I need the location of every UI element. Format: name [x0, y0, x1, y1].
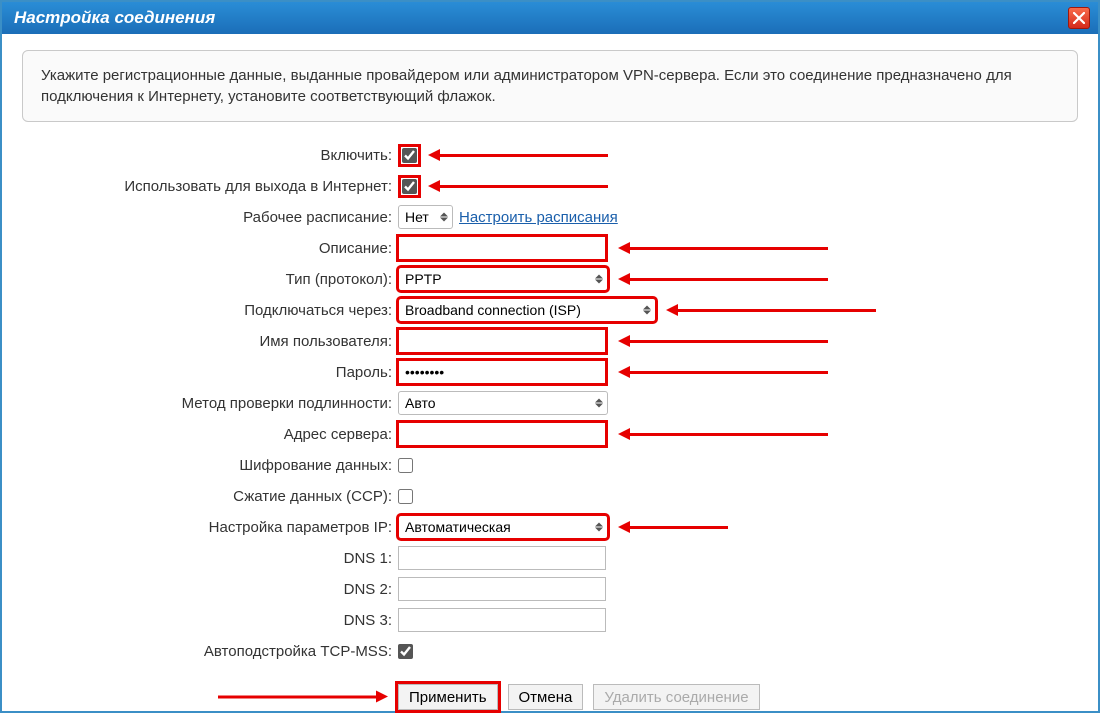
label-ip: Настройка параметров IP: — [22, 519, 398, 536]
schedule-select[interactable]: Нет — [398, 205, 453, 229]
row-tcpmss: Автоподстройка TCP-MSS: — [22, 636, 1078, 666]
label-password: Пароль: — [22, 364, 398, 381]
dns3-input[interactable] — [398, 608, 606, 632]
auth-value: Авто — [405, 395, 436, 411]
label-connect-via: Подключаться через: — [22, 302, 398, 319]
label-encrypt: Шифрование данных: — [22, 457, 398, 474]
annotation-arrow — [628, 247, 828, 250]
annotation-arrow — [676, 309, 876, 312]
label-type: Тип (протокол): — [22, 271, 398, 288]
label-use-internet: Использовать для выхода в Интернет: — [22, 178, 398, 195]
apply-button[interactable]: Применить — [398, 684, 498, 710]
sort-arrows-icon — [643, 306, 651, 315]
annotation-arrow — [628, 371, 828, 374]
label-enable: Включить: — [22, 147, 398, 164]
window-title: Настройка соединения — [14, 8, 215, 28]
enable-checkbox[interactable] — [402, 148, 417, 163]
row-dns3: DNS 3: — [22, 605, 1078, 635]
connect-via-select[interactable]: Broadband connection (ISP) — [398, 298, 656, 322]
sort-arrows-icon — [595, 275, 603, 284]
content: Укажите регистрационные данные, выданные… — [2, 34, 1098, 726]
form: Включить: Использовать для выхода в Инте… — [22, 140, 1078, 710]
description-input[interactable] — [398, 236, 606, 260]
close-button[interactable] — [1068, 7, 1090, 29]
row-enable: Включить: — [22, 140, 1078, 170]
use-internet-checkbox[interactable] — [402, 179, 417, 194]
row-ccp: Сжатие данных (CCP): — [22, 481, 1078, 511]
type-select[interactable]: PPTP — [398, 267, 608, 291]
annotation-arrow — [628, 340, 828, 343]
sort-arrows-icon — [595, 523, 603, 532]
label-dns3: DNS 3: — [22, 612, 398, 629]
connection-settings-window: Настройка соединения Укажите регистрацио… — [0, 0, 1100, 713]
annotation-arrow — [438, 185, 608, 188]
label-username: Имя пользователя: — [22, 333, 398, 350]
label-auth: Метод проверки подлинности: — [22, 395, 398, 412]
row-server: Адрес сервера: — [22, 419, 1078, 449]
label-schedule: Рабочее расписание: — [22, 209, 398, 226]
button-row: Применить Отмена Удалить соединение — [398, 684, 1078, 710]
close-icon — [1073, 12, 1085, 24]
label-dns2: DNS 2: — [22, 581, 398, 598]
auth-select[interactable]: Авто — [398, 391, 608, 415]
label-dns1: DNS 1: — [22, 550, 398, 567]
row-use-internet: Использовать для выхода в Интернет: — [22, 171, 1078, 201]
row-type: Тип (протокол): PPTP — [22, 264, 1078, 294]
dns2-input[interactable] — [398, 577, 606, 601]
row-schedule: Рабочее расписание: Нет Настроить распис… — [22, 202, 1078, 232]
titlebar: Настройка соединения — [2, 2, 1098, 34]
dns1-input[interactable] — [398, 546, 606, 570]
ip-select[interactable]: Автоматическая — [398, 515, 608, 539]
row-connect-via: Подключаться через: Broadband connection… — [22, 295, 1078, 325]
annotation-arrow — [628, 278, 828, 281]
cancel-button[interactable]: Отмена — [508, 684, 584, 710]
row-encrypt: Шифрование данных: — [22, 450, 1078, 480]
row-description: Описание: — [22, 233, 1078, 263]
annotation-arrow — [628, 433, 828, 436]
delete-button: Удалить соединение — [593, 684, 759, 710]
row-ip: Настройка параметров IP: Автоматическая — [22, 512, 1078, 542]
sort-arrows-icon — [440, 213, 448, 222]
row-dns2: DNS 2: — [22, 574, 1078, 604]
type-value: PPTP — [405, 271, 442, 287]
label-ccp: Сжатие данных (CCP): — [22, 488, 398, 505]
label-description: Описание: — [22, 240, 398, 257]
password-input[interactable] — [398, 360, 606, 384]
row-password: Пароль: — [22, 357, 1078, 387]
ip-value: Автоматическая — [405, 519, 511, 535]
sort-arrows-icon — [595, 399, 603, 408]
configure-schedules-link[interactable]: Настроить расписания — [459, 209, 618, 226]
row-dns1: DNS 1: — [22, 543, 1078, 573]
annotation-arrow — [628, 526, 728, 529]
row-username: Имя пользователя: — [22, 326, 1078, 356]
connect-via-value: Broadband connection (ISP) — [405, 302, 581, 318]
schedule-value: Нет — [405, 209, 429, 225]
encrypt-checkbox[interactable] — [398, 458, 413, 473]
annotation-arrow — [438, 154, 608, 157]
info-box: Укажите регистрационные данные, выданные… — [22, 50, 1078, 122]
label-server: Адрес сервера: — [22, 426, 398, 443]
username-input[interactable] — [398, 329, 606, 353]
ccp-checkbox[interactable] — [398, 489, 413, 504]
label-tcpmss: Автоподстройка TCP-MSS: — [22, 643, 398, 660]
tcpmss-checkbox[interactable] — [398, 644, 413, 659]
server-input[interactable] — [398, 422, 606, 446]
annotation-arrow — [218, 696, 378, 699]
row-auth: Метод проверки подлинности: Авто — [22, 388, 1078, 418]
